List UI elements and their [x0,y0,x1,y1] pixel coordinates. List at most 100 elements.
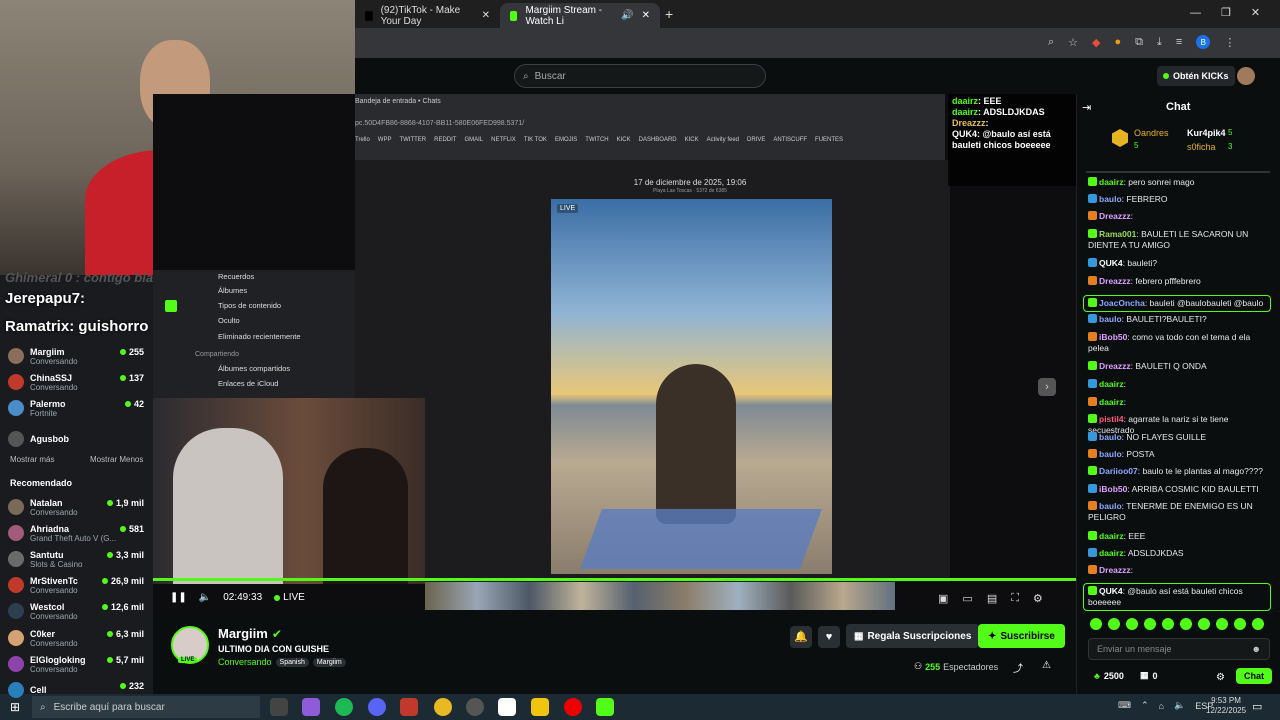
clip-icon[interactable]: ▤ [987,592,997,605]
show-more-link[interactable]: Mostrar más [10,455,54,464]
chat-username[interactable]: Dreazzz [1099,276,1131,286]
taskbar-clock[interactable]: 9:53 PM 12/22/2025 [1206,696,1246,716]
stream-category[interactable]: Conversando [218,657,272,667]
send-chat-button[interactable]: Chat [1236,668,1272,684]
bookmark-item[interactable]: TWITCH [585,137,608,143]
bookmark-item[interactable]: REDDIT [434,137,456,143]
volume-icon[interactable]: 🔈 [1174,700,1185,711]
recommended-channel[interactable]: Natalan Conversando 1,9 mil [8,494,148,520]
chat-username[interactable]: baulo [1099,314,1122,324]
recommended-channel[interactable]: Cell 232 [8,677,148,703]
following-channel[interactable]: Agusbob [8,426,148,452]
bookmark-item[interactable]: KICK [685,137,699,143]
volume-icon[interactable]: 🔈 [199,592,211,603]
chat-username[interactable]: baulo [1099,432,1122,442]
recommended-channel[interactable]: Ahriadna Grand Theft Auto V (G... 581 [8,520,148,546]
chat-username[interactable]: iBob50 [1099,332,1127,342]
spotify-icon[interactable] [335,698,353,716]
network-icon[interactable]: ⌂ [1159,701,1164,711]
chat-username[interactable]: pistil4 [1099,414,1124,424]
photos-sidebar-item[interactable]: Álbumes [218,286,247,295]
photos-sidebar-item[interactable]: Álbumes compartidos [218,364,290,373]
close-icon[interactable]: ✕ [642,10,650,21]
emote-icon[interactable] [1144,618,1156,630]
progress-bar[interactable] [153,578,1076,581]
chat-username[interactable]: daairz [1099,548,1124,558]
fullscreen-icon[interactable]: ⛶ [1011,592,1019,605]
bookmark-item[interactable]: GMAIL [464,137,483,143]
tab-kick[interactable]: Margiim Stream - Watch Li 🔊 ✕ [500,3,660,28]
recommended-channel[interactable]: MrStivenTc Conversando 26,9 mil [8,572,148,598]
pause-icon[interactable]: ❚❚ [170,592,187,603]
emote-icon[interactable] [1252,618,1264,630]
get-kicks-button[interactable]: Obtén KICKs [1157,66,1235,86]
chat-username[interactable]: Dreazzz [1099,211,1131,221]
emote-icon[interactable] [1198,618,1210,630]
chat-username[interactable]: Rama001 [1099,229,1136,239]
chat-username[interactable]: baulo [1099,501,1122,511]
following-channel[interactable]: Palermo Fortnite 42 [8,395,148,421]
settings-icon[interactable]: ⚙ [1033,592,1043,605]
bookmark-item[interactable]: FUENTES [815,137,843,143]
chat-username[interactable]: JoacOncha [1099,298,1145,308]
menu-icon[interactable]: ⋮ [1224,36,1235,49]
chat-username[interactable]: daairz [1099,397,1124,407]
recommended-channel[interactable]: C0ker Conversando 6,3 mil [8,625,148,651]
follow-heart-icon[interactable]: ♥ [818,626,840,648]
gifter-name[interactable]: Kur4pik4 [1187,128,1226,138]
emote-icon[interactable] [1090,618,1102,630]
close-icon[interactable]: ✕ [482,10,490,21]
show-less-link[interactable]: Mostrar Menos [90,455,143,464]
emote-icon[interactable] [1126,618,1138,630]
share-icon[interactable]: ⤴ [1013,660,1023,675]
recommended-channel[interactable]: Westcol Conversando 12,6 mil [8,598,148,624]
emote-icon[interactable] [1180,618,1192,630]
tag[interactable]: Margiim [312,657,346,667]
notification-bell-icon[interactable]: 🔔 [790,626,812,648]
recommended-channel[interactable]: ElGlogloking Conversando 5,7 mil [8,651,148,677]
chat-username[interactable]: daairz [1099,379,1124,389]
chat-username[interactable]: Dariioo07 [1099,466,1138,476]
keyboard-icon[interactable]: ⌨ [1118,700,1131,711]
pip-icon[interactable]: ▣ [938,592,948,605]
bookmark-item[interactable]: WPP [378,137,392,143]
emote-icon[interactable] [1162,618,1174,630]
close-window-button[interactable]: ✕ [1251,6,1260,19]
gift-subs-button[interactable]: ▦ Regala Suscripciones [846,624,980,648]
photos-sidebar-item[interactable]: Tipos de contenido [218,301,281,310]
download-icon[interactable]: ⤓ [1157,36,1162,49]
discord-icon[interactable] [368,698,386,716]
bookmark-item[interactable]: NETFLIX [491,137,516,143]
next-photo-button[interactable]: › [1038,378,1056,396]
bookmark-item[interactable]: Activity feed [707,137,739,143]
tab-tiktok[interactable]: (92)TikTok - Make Your Day ✕ [355,3,500,28]
chat-username[interactable]: daairz [1099,177,1124,187]
following-channel[interactable]: ChinaSSJ Conversando 137 [8,369,148,395]
collapse-chat-icon[interactable]: ⇥ [1082,101,1091,114]
tray-chevron-icon[interactable]: ⌃ [1141,700,1149,711]
capcut-icon[interactable] [498,698,516,716]
bookmark-item[interactable]: EMOJIS [555,137,577,143]
emoji-icon[interactable]: ☻ [1252,644,1261,654]
notifications-icon[interactable]: ▭ [1252,700,1262,713]
copilot-icon[interactable] [302,698,320,716]
photos-sidebar-item[interactable]: Enlaces de iCloud [218,379,278,388]
profile-avatar[interactable]: B [1196,35,1211,49]
chat-username[interactable]: Dreazzz [1099,361,1131,371]
extension-icon[interactable]: ◆ [1092,36,1100,49]
search-input[interactable]: ⌕ Buscar [514,64,766,88]
emote-icon[interactable] [1108,618,1120,630]
user-avatar[interactable] [1237,67,1255,85]
chat-username[interactable]: daairz [1099,531,1124,541]
following-channel[interactable]: Margiim Conversando 255 [8,343,148,369]
subscribe-button[interactable]: ✦ Suscribirse [978,624,1065,648]
bookmark-item[interactable]: ANTISCUFF [773,137,807,143]
photos-sidebar-item[interactable]: Oculto [218,316,240,325]
streamer-name[interactable]: Margiim [218,626,268,641]
kick-app-icon[interactable] [596,698,614,716]
chat-username[interactable]: baulo [1099,194,1122,204]
bookmark-item[interactable]: DRIVE [747,137,765,143]
minimize-button[interactable]: — [1190,7,1201,19]
emote-icon[interactable] [1234,618,1246,630]
restore-button[interactable]: ❐ [1221,6,1231,19]
